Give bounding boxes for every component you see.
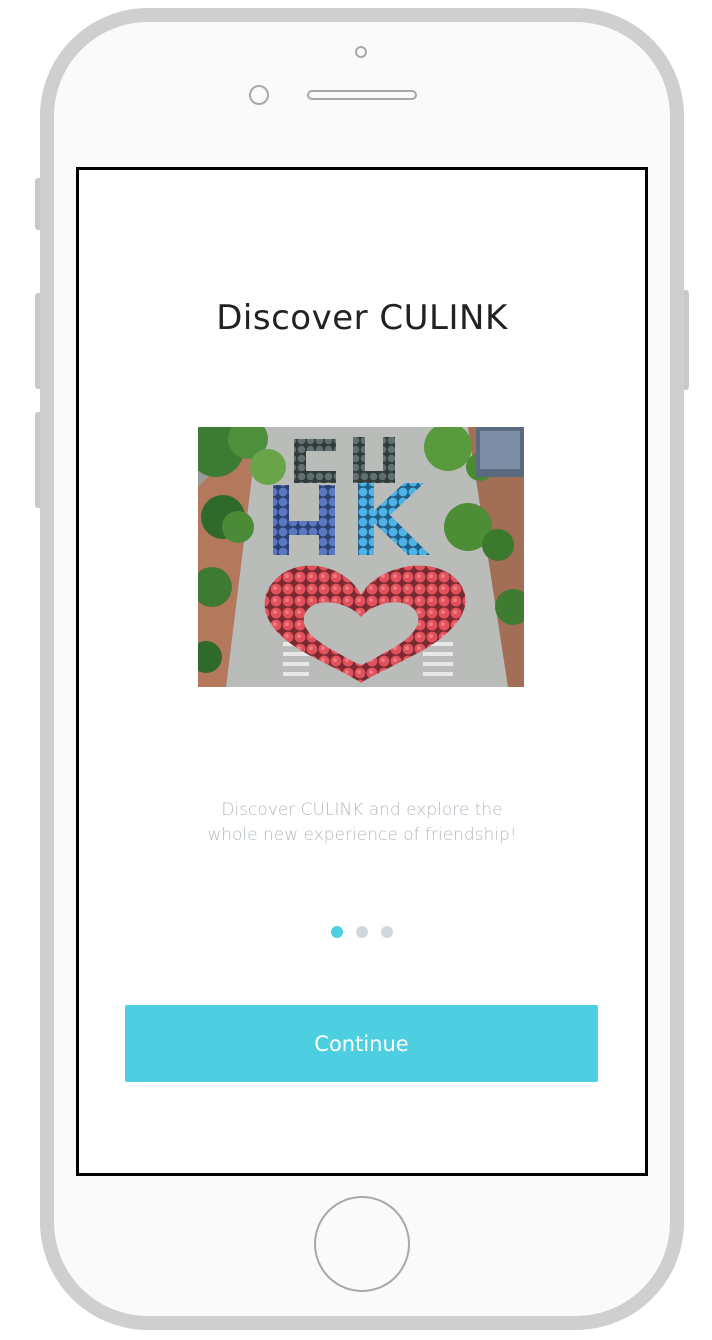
page-title: Discover CULINK [216,298,508,338]
description-line-2: whole new experience of friendship! [207,825,517,845]
app-screen: Discover CULINK Discover CULINK and expl… [76,167,648,1176]
umbrella-heart-photo [198,427,524,687]
continue-button[interactable]: Continue [125,1005,598,1082]
description-line-1: Discover CULINK and explore the [221,800,503,820]
earpiece-speaker [307,90,417,100]
proximity-sensor-icon [249,85,269,105]
home-button[interactable] [314,1196,410,1292]
hero-image [198,427,524,687]
front-camera-icon [355,46,367,58]
pagination-dot-3[interactable] [381,926,393,938]
description-text: Discover CULINK and explore the whole ne… [169,798,555,848]
pagination-dot-1[interactable] [331,926,343,938]
pagination-dot-2[interactable] [356,926,368,938]
pagination-dots [79,926,645,938]
